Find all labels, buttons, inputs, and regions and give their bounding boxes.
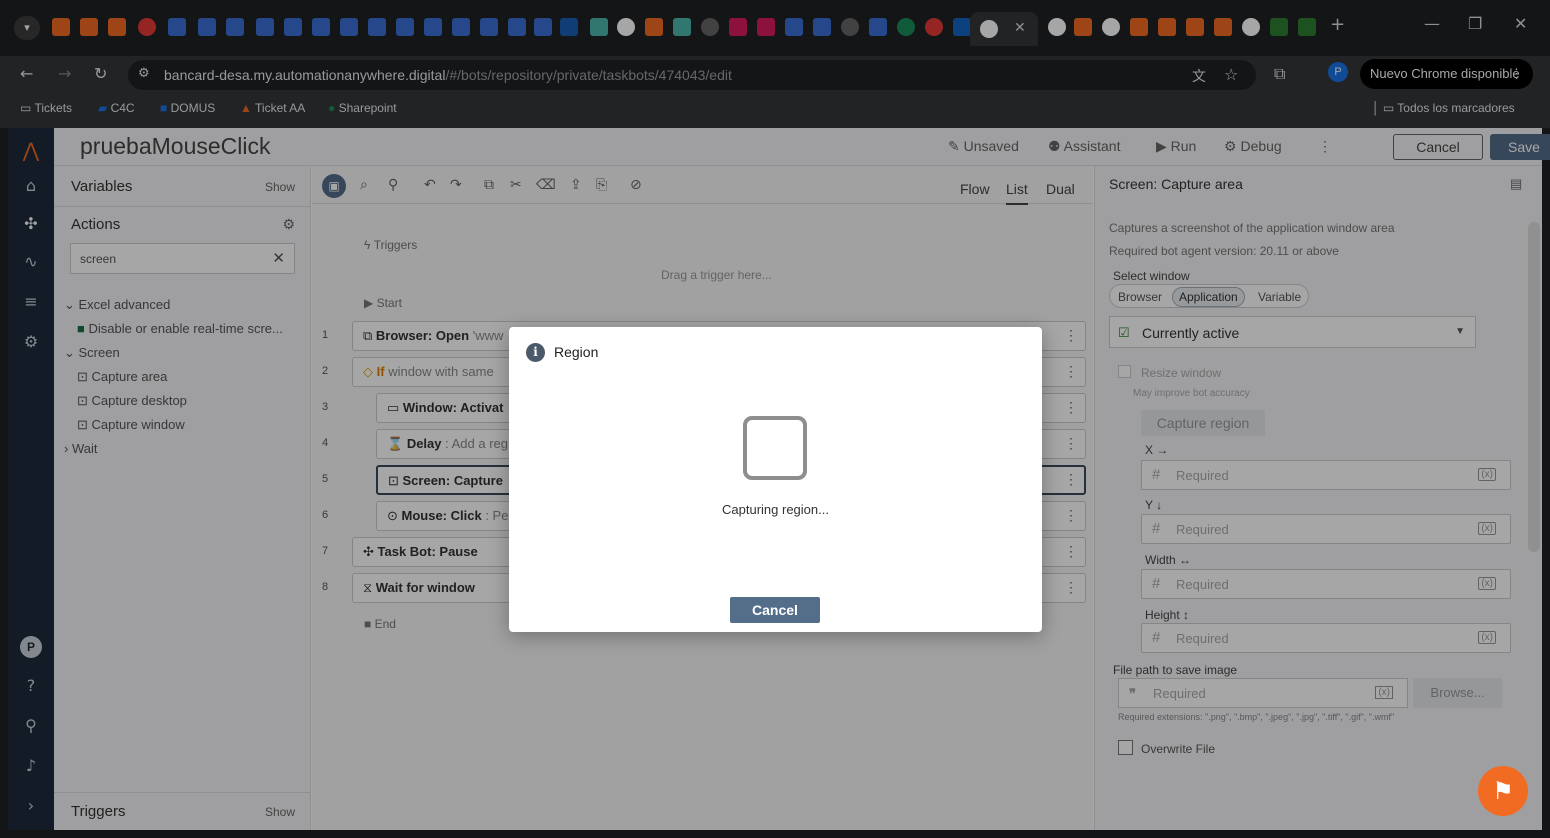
capture-spinner-icon <box>743 416 807 480</box>
dialog-title: Region <box>554 344 599 360</box>
dialog-cancel-button[interactable]: Cancel <box>730 597 820 623</box>
region-dialog: i Region Capturing region... Cancel <box>509 327 1042 632</box>
help-chat-icon[interactable]: ⚑ <box>1478 766 1528 816</box>
info-icon: i <box>526 343 545 362</box>
dialog-message: Capturing region... <box>722 502 829 517</box>
